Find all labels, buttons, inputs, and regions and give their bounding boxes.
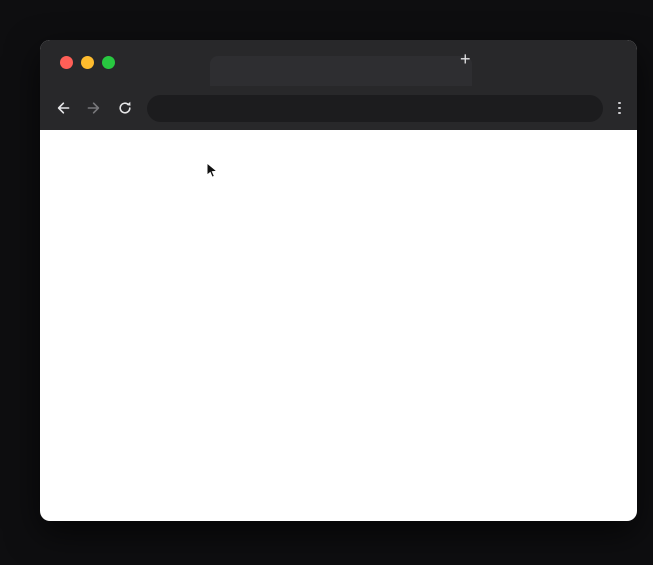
reload-icon[interactable] [116,99,134,117]
forward-icon[interactable] [85,99,103,117]
close-window-button[interactable] [60,56,73,69]
browser-chrome: + AFP TV Live DashboardAgendaPla [40,40,637,130]
maximize-window-button[interactable] [102,56,115,69]
new-tab-icon[interactable]: + [460,49,471,70]
browser-titlebar[interactable]: + [40,40,637,86]
browser-tab[interactable] [210,56,472,86]
back-icon[interactable] [54,99,72,117]
menu-kebab-icon[interactable] [616,102,623,115]
url-bar[interactable] [147,95,603,122]
browser-navbar [40,86,637,130]
browser-window: + AFP TV Live DashboardAgendaPla [40,40,637,521]
minimize-window-button[interactable] [81,56,94,69]
